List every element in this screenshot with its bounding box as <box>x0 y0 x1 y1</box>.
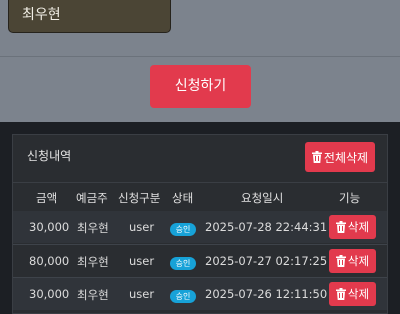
holder-cell: 최우현 <box>77 221 109 235</box>
history-title: 신청내역 <box>27 149 72 163</box>
row-delete-button[interactable]: 삭제 <box>329 282 376 306</box>
history-card: 신청내역 전체삭제 금액 예금주 신청구분 상태 요청일시 기능 30,000 … <box>12 134 388 314</box>
delete-all-button[interactable]: 전체삭제 <box>305 142 375 172</box>
type-cell: user <box>129 254 155 268</box>
datetime-cell: 2025-07-28 22:44:31 <box>205 220 328 234</box>
table-row: 30,000 최우현 user 승인 2025-07-26 12:11:50 삭… <box>13 278 387 310</box>
status-badge: 승인 <box>170 257 196 270</box>
trash-icon <box>335 255 346 267</box>
column-header-type: 신청구분 <box>118 191 161 205</box>
type-cell: user <box>129 287 155 301</box>
trash-icon <box>335 288 346 300</box>
account-holder-field[interactable]: 최우현 <box>8 0 171 33</box>
table-row: 80,000 최우현 user 승인 2025-07-27 02:17:25 삭… <box>13 245 387 277</box>
status-badge: 승인 <box>170 290 196 303</box>
trash-icon <box>311 151 322 163</box>
amount-cell: 30,000 <box>29 220 70 234</box>
holder-cell: 최우현 <box>77 255 109 269</box>
amount-cell: 30,000 <box>29 287 70 301</box>
column-header-datetime: 요청일시 <box>241 191 284 205</box>
column-header-amount: 금액 <box>36 191 58 205</box>
column-header-status: 상태 <box>172 191 194 205</box>
form-divider <box>0 56 400 57</box>
row-delete-button[interactable]: 삭제 <box>329 249 376 273</box>
amount-cell: 80,000 <box>29 254 70 268</box>
type-cell: user <box>129 220 155 234</box>
apply-button[interactable]: 신청하기 <box>150 65 251 108</box>
status-badge: 승인 <box>170 223 196 236</box>
datetime-cell: 2025-07-27 02:17:25 <box>205 254 328 268</box>
row-delete-label: 삭제 <box>347 220 370 234</box>
application-form: 최우현 신청하기 <box>0 0 400 122</box>
column-header-holder: 예금주 <box>76 191 108 205</box>
holder-cell: 최우현 <box>77 288 109 302</box>
delete-all-label: 전체삭제 <box>323 150 369 165</box>
table-row: 30,000 최우현 user 승인 2025-07-28 22:44:31 삭… <box>13 211 387 243</box>
row-delete-label: 삭제 <box>347 254 370 268</box>
row-delete-button[interactable]: 삭제 <box>329 215 376 239</box>
trash-icon <box>335 221 346 233</box>
datetime-cell: 2025-07-26 12:11:50 <box>205 287 328 301</box>
column-header-actions: 기능 <box>339 191 361 205</box>
card-header-divider <box>13 182 387 183</box>
